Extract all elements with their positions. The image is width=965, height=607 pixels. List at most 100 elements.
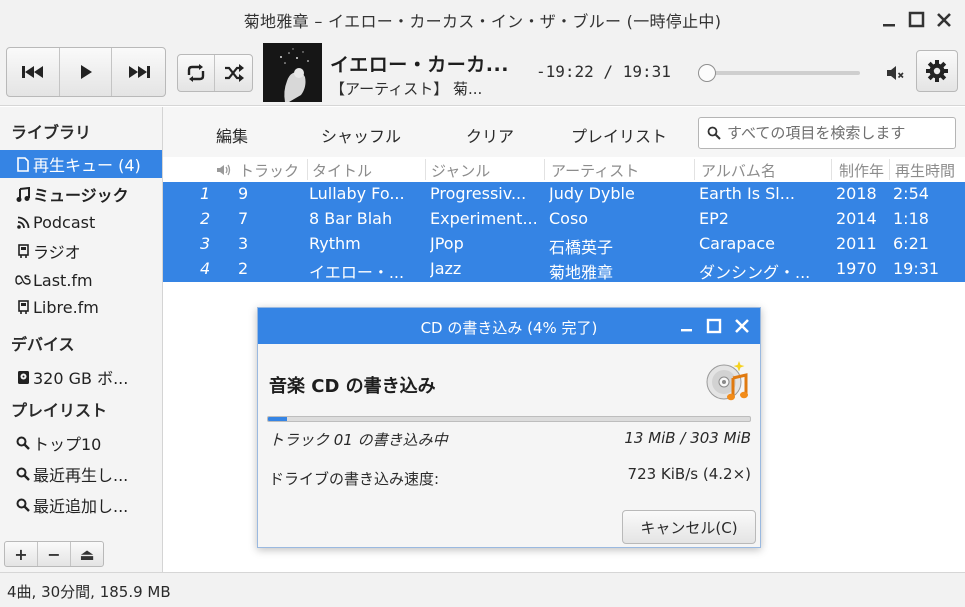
row-album: EP2: [699, 209, 729, 228]
document-icon: [15, 156, 31, 172]
add-button[interactable]: +: [5, 542, 38, 566]
column-album[interactable]: アルバム名: [701, 160, 776, 181]
row-title: Rythm: [309, 234, 361, 253]
row-year: 2014: [836, 209, 877, 228]
search-icon: [15, 435, 31, 451]
sidebar-item-play-queue[interactable]: 再生キュー (4): [0, 150, 162, 178]
sidebar-item-radio[interactable]: ラジオ: [0, 237, 162, 265]
row-track: 9: [238, 184, 249, 203]
row-year: 2018: [836, 184, 877, 203]
now-playing-artist: 【アーティスト】 菊...: [330, 80, 483, 98]
row-track: 7: [238, 209, 249, 228]
seek-handle[interactable]: [698, 64, 716, 82]
skip-forward-icon: [128, 66, 150, 78]
row-year: 2011: [836, 234, 877, 253]
shuffle-queue-button[interactable]: シャッフル: [321, 123, 401, 147]
settings-button[interactable]: [916, 50, 958, 92]
row-title: 8 Bar Blah: [309, 209, 393, 228]
close-icon[interactable]: [934, 10, 954, 30]
sidebar-tools: + − ⏏: [4, 541, 104, 567]
table-row[interactable]: 4 2 イエロー・... Jazz 菊地雅章 ダンシング・... 1970 19…: [163, 257, 965, 282]
sidebar-item-label: Last.fm: [33, 270, 93, 290]
cancel-button[interactable]: キャンセル(C): [622, 510, 756, 544]
maximize-icon[interactable]: [907, 10, 927, 30]
next-button[interactable]: [112, 48, 165, 96]
row-track: 2: [238, 259, 249, 278]
column-separator: [425, 159, 426, 180]
player-toolbar: イエロー・カーカ... 【アーティスト】 菊... -19:22 / 19:31: [0, 40, 965, 106]
column-track[interactable]: トラック: [239, 160, 299, 181]
clear-button[interactable]: クリア: [466, 123, 514, 147]
row-genre: Experiment...: [430, 209, 538, 228]
playlist-button[interactable]: プレイリスト: [571, 123, 667, 147]
column-separator: [544, 159, 545, 180]
column-length[interactable]: 再生時間: [895, 160, 955, 181]
album-cover: [263, 43, 322, 102]
row-album: Carapace: [699, 234, 775, 253]
search-icon: [15, 497, 31, 513]
row-index: 3: [200, 234, 211, 253]
playlists-heading: プレイリスト: [11, 401, 108, 420]
lastfm-icon: [15, 272, 31, 288]
music-note-icon: [15, 186, 31, 202]
column-year[interactable]: 制作年: [839, 160, 884, 181]
repeat-button[interactable]: [178, 55, 216, 91]
row-year: 1970: [836, 259, 877, 278]
album-art-image: [263, 43, 322, 102]
sidebar-item-recently-played[interactable]: 最近再生し...: [0, 460, 162, 488]
sidebar-item-music[interactable]: ミュージック: [0, 180, 162, 208]
sidebar-item-label: Podcast: [33, 212, 96, 232]
search-icon: [707, 126, 721, 140]
column-artist[interactable]: アーティスト: [551, 160, 639, 181]
minimize-icon[interactable]: [880, 10, 900, 30]
dialog-heading: 音楽 CD の書き込み: [269, 376, 436, 397]
play-button[interactable]: [60, 48, 113, 96]
table-row[interactable]: 3 3 Rythm JPop 石橋英子 Carapace 2011 6:21: [163, 232, 965, 257]
radio-icon: [15, 243, 31, 259]
library-summary: 4曲, 30分間, 185.9 MB: [7, 583, 171, 601]
burn-speed-value: 723 KiB/s (4.2×): [627, 465, 751, 483]
dialog-minimize-icon[interactable]: [678, 317, 696, 335]
remove-button[interactable]: −: [38, 542, 71, 566]
dialog-maximize-icon[interactable]: [705, 317, 723, 335]
row-track: 3: [238, 234, 249, 253]
cd-burn-icon: [706, 361, 748, 401]
row-length: 6:21: [893, 234, 929, 253]
volume-muted-icon[interactable]: [884, 62, 906, 84]
table-row[interactable]: 1 9 Lullaby Fo... Progressiv... Judy Dyb…: [163, 182, 965, 207]
table-header: トラック タイトル ジャンル アーティスト アルバム名 制作年 再生時間: [163, 157, 965, 182]
row-artist: Judy Dyble: [549, 184, 635, 203]
row-album: ダンシング・...: [699, 263, 811, 282]
library-heading: ライブラリ: [11, 123, 92, 142]
sidebar-item-lastfm[interactable]: Last.fm: [0, 266, 162, 294]
seek-slider[interactable]: [698, 64, 860, 82]
sidebar-item-label: ラジオ: [33, 243, 81, 262]
row-title: Lullaby Fo...: [309, 184, 405, 203]
eject-button[interactable]: ⏏: [71, 542, 103, 566]
row-length: 2:54: [893, 184, 929, 203]
column-title[interactable]: タイトル: [312, 160, 372, 181]
sidebar-item-device[interactable]: 320 GB ボ...: [0, 363, 162, 391]
sidebar-item-podcast[interactable]: Podcast: [0, 208, 162, 236]
sidebar-item-recently-added[interactable]: 最近追加し...: [0, 491, 162, 519]
search-input[interactable]: [727, 124, 947, 142]
speaker-icon: [217, 164, 231, 176]
sidebar-item-top10[interactable]: トップ10: [0, 429, 162, 457]
sidebar-item-label: ミュージック: [33, 186, 129, 205]
column-genre[interactable]: ジャンル: [431, 160, 490, 181]
dialog-close-icon[interactable]: [733, 317, 751, 335]
skip-back-icon: [21, 66, 43, 78]
edit-button[interactable]: 編集: [216, 123, 248, 147]
sidebar-item-librefm[interactable]: Libre.fm: [0, 293, 162, 321]
column-separator: [694, 159, 695, 180]
table-row[interactable]: 2 7 8 Bar Blah Experiment... Coso EP2 20…: [163, 207, 965, 232]
sidebar-item-label: 最近再生し...: [33, 466, 129, 485]
row-index: 1: [200, 184, 211, 203]
row-artist: 菊地雅章: [549, 263, 614, 282]
window-title: 菊地雅章 – イエロー・カーカス・イン・ザ・ブルー (一時停止中): [243, 12, 722, 31]
previous-button[interactable]: [7, 48, 60, 96]
column-separator: [831, 159, 832, 180]
row-index: 4: [200, 259, 211, 278]
shuffle-button[interactable]: [215, 55, 252, 91]
search-field[interactable]: [698, 117, 956, 149]
